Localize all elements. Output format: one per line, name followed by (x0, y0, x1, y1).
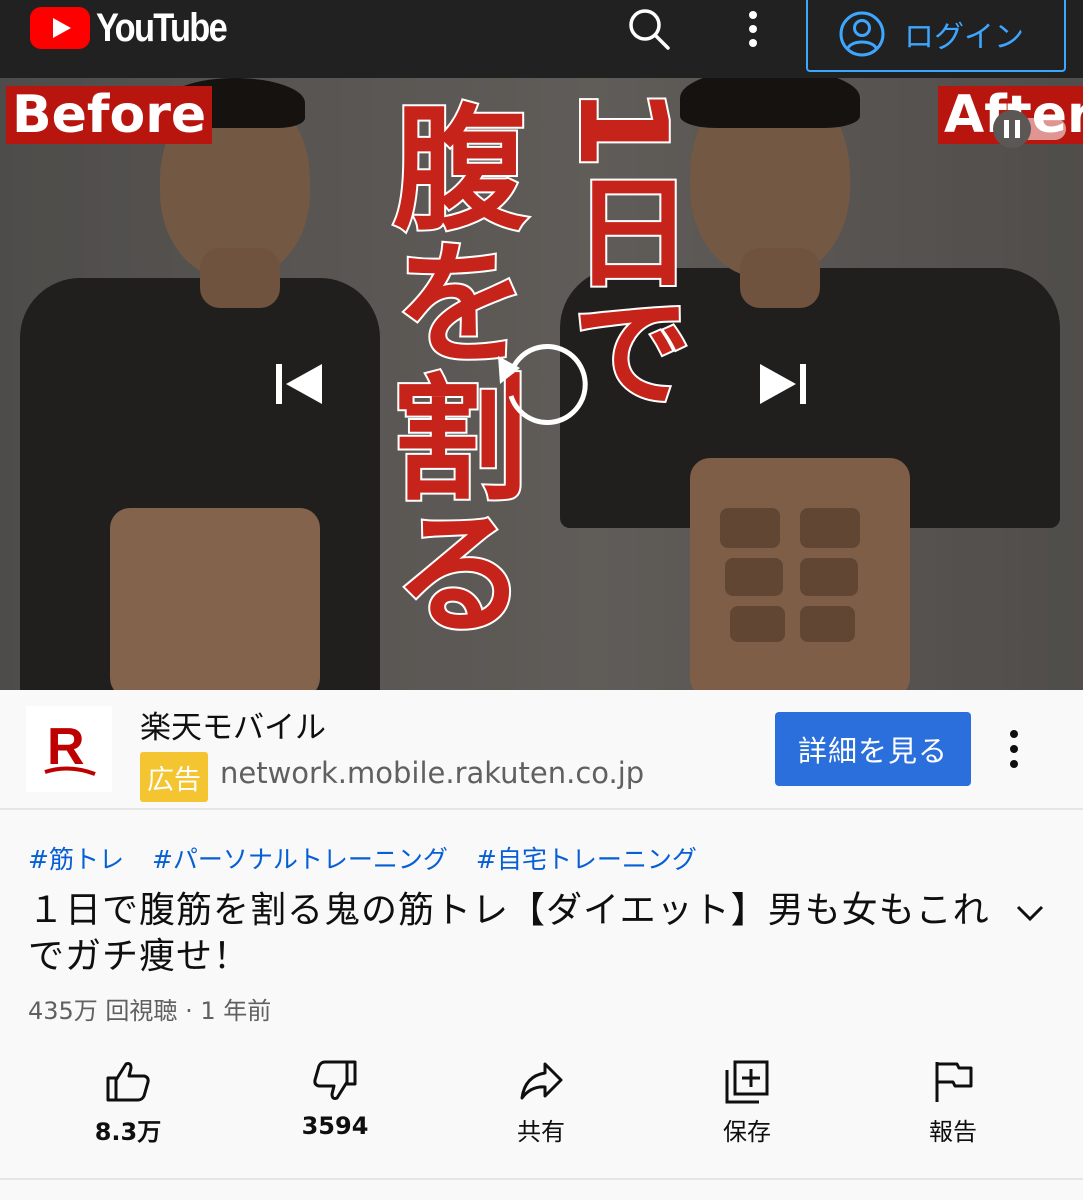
ad-details-button[interactable]: 詳細を見る (775, 712, 971, 786)
report-button[interactable]: 報告 (883, 1050, 1023, 1160)
ad-more-icon[interactable] (998, 726, 1030, 772)
ad-url: network.mobile.rakuten.co.jp (220, 756, 645, 790)
previous-video-icon[interactable] (270, 360, 326, 408)
next-video-icon[interactable] (756, 360, 812, 408)
login-label: ログイン (904, 20, 1024, 55)
advertiser-name: 楽天モバイル (140, 710, 326, 746)
like-button[interactable]: 8.3万 (58, 1050, 198, 1160)
youtube-wordmark: YouTube (96, 5, 228, 50)
dislike-button[interactable]: 3594 (265, 1050, 405, 1160)
thumbs-down-icon (313, 1060, 357, 1100)
thumbs-up-icon (106, 1062, 150, 1102)
video-player[interactable]: Before After 1日で 腹を割る (0, 78, 1083, 690)
replay-icon[interactable] (486, 328, 596, 438)
login-button[interactable]: ログイン (806, 0, 1066, 72)
save-label: 保存 (723, 1118, 771, 1146)
report-label: 報告 (929, 1118, 977, 1146)
video-meta: 435万 回視聴 · 1 年前 (28, 997, 272, 1025)
playlist-add-icon (725, 1060, 769, 1104)
dislike-count: 3594 (301, 1112, 369, 1140)
hashtag-list: #筋トレ #パーソナルトレーニング #自宅トレーニング (28, 840, 697, 876)
ad-banner[interactable]: R 楽天モバイル 広告 network.mobile.rakuten.co.jp… (0, 690, 1083, 810)
divider (0, 1178, 1083, 1180)
before-label: Before (6, 86, 213, 144)
youtube-logo[interactable]: YouTube (30, 6, 247, 50)
action-bar: 8.3万 3594 共有 保存 報告 (0, 1050, 1083, 1160)
hashtag-link[interactable]: #自宅トレーニング (476, 840, 697, 876)
share-icon (520, 1062, 563, 1100)
flag-icon (935, 1062, 973, 1102)
chevron-down-icon[interactable] (1012, 898, 1048, 928)
account-circle-icon (839, 11, 885, 57)
rakuten-logo: R (26, 706, 112, 792)
ad-badge: 広告 (140, 752, 208, 802)
like-count: 8.3万 (94, 1118, 162, 1146)
save-button[interactable]: 保存 (677, 1050, 817, 1160)
share-label: 共有 (517, 1118, 565, 1146)
more-vert-icon[interactable] (738, 6, 768, 52)
search-icon[interactable] (626, 6, 672, 52)
top-app-bar: YouTube ログイン (0, 0, 1083, 78)
video-title[interactable]: １日で腹筋を割る鬼の筋トレ【ダイエット】男も女もこれでガチ痩せ！ (28, 888, 1008, 980)
hashtag-link[interactable]: #パーソナルトレーニング (152, 840, 448, 876)
autoplay-toggle[interactable] (990, 110, 1070, 148)
hashtag-link[interactable]: #筋トレ (28, 840, 124, 876)
youtube-play-icon (30, 7, 90, 49)
share-button[interactable]: 共有 (471, 1050, 611, 1160)
